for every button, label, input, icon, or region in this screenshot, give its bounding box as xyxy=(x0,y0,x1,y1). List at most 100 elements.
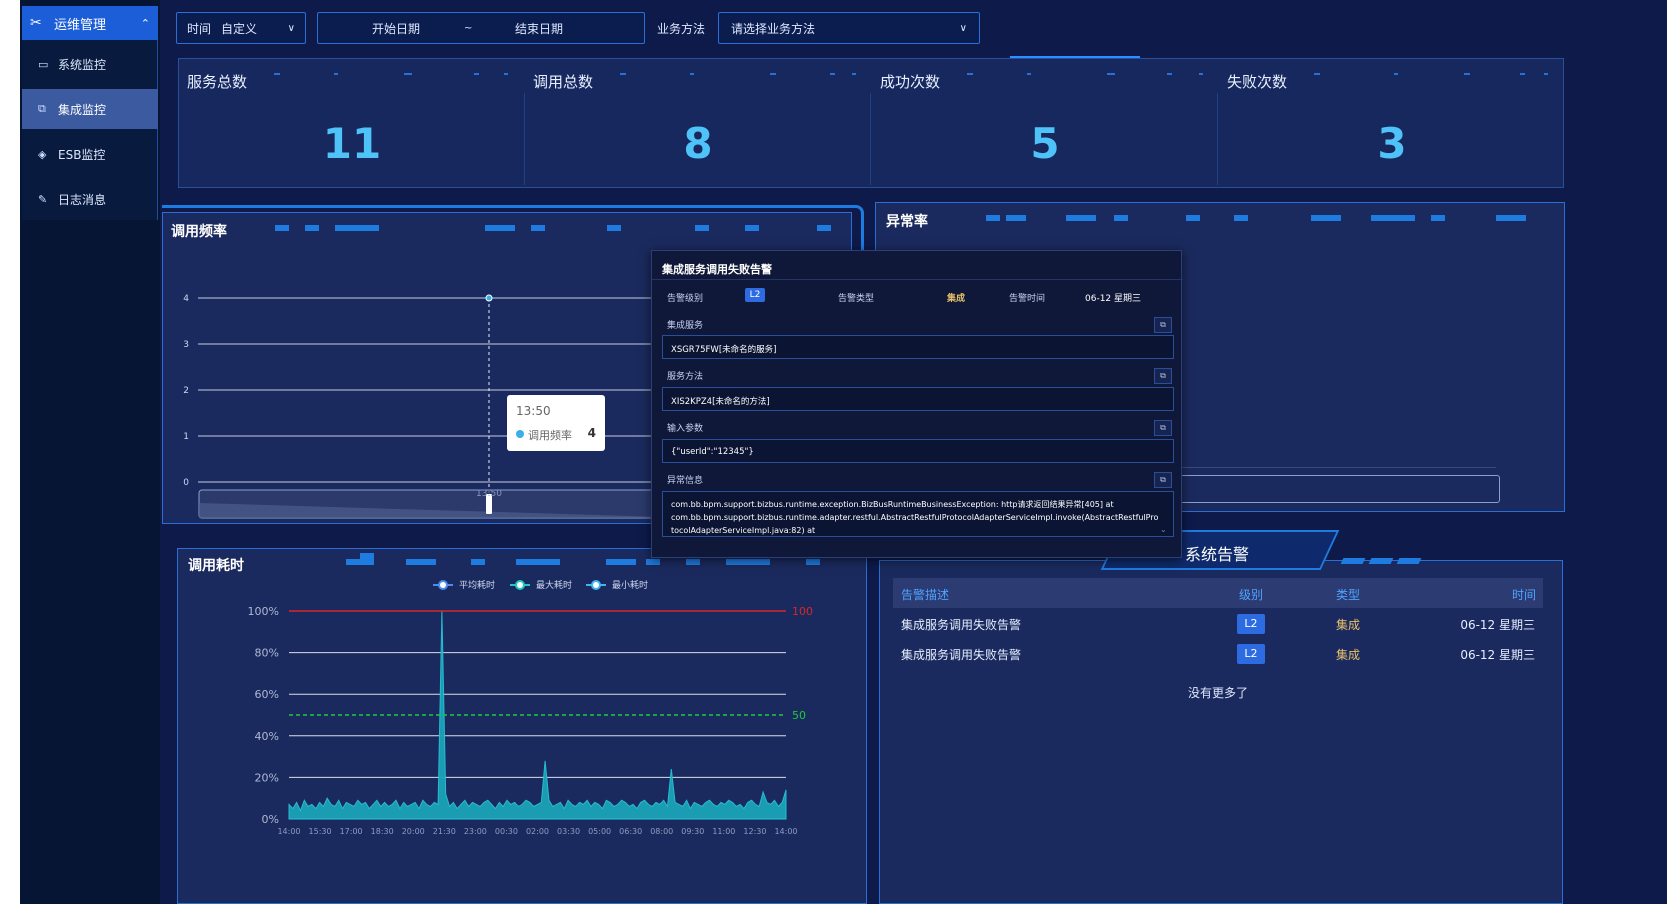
table-row[interactable]: 集成服务调用失败告警 L2 集成 06-12 星期三 xyxy=(893,608,1543,638)
sidebar-item-esb-monitor[interactable]: ◈ ESB监控 xyxy=(22,134,158,174)
stat-value: 11 xyxy=(322,119,382,168)
sidebar-group-label: 运维管理 xyxy=(54,17,107,33)
sidebar-item-integration-monitor[interactable]: ⧉ 集成监控 xyxy=(22,89,158,129)
sidebar-item-label: 日志消息 xyxy=(58,192,107,207)
copy-icon[interactable]: ⧉ xyxy=(1154,420,1172,436)
sidebar-item-label: ESB监控 xyxy=(58,147,106,162)
y-tick-label: 4 xyxy=(183,294,189,304)
series-dot xyxy=(516,430,524,438)
method-label: 服务方法 xyxy=(667,372,704,382)
time-select[interactable]: 时间 自定义 ∨ xyxy=(176,12,306,44)
chevron-up-icon: ⌃ xyxy=(140,16,150,30)
table-row[interactable]: 集成服务调用失败告警 L2 集成 06-12 星期三 xyxy=(893,638,1543,668)
stat-success-count: 成功次数 5 xyxy=(872,59,1218,187)
alarm-title: 系统告警 xyxy=(1185,545,1250,564)
x-tick-label: 00:30 xyxy=(495,827,518,836)
x-tick-label: 21:30 xyxy=(433,827,456,836)
level-badge: L2 xyxy=(1237,644,1265,664)
x-tick-label: 14:00 xyxy=(277,827,300,836)
exception-label: 异常信息 xyxy=(667,476,704,486)
alarm-table-header: 告警描述 级别 类型 时间 xyxy=(893,578,1543,608)
exception-line: com.bb.bpm.support.bizbus.runtime.except… xyxy=(671,500,1114,509)
error-rate-title: 异常率 xyxy=(886,214,928,230)
x-tick-label: 05:00 xyxy=(588,827,611,836)
time-value: 自定义 xyxy=(221,21,258,36)
y-tick-label: 20% xyxy=(255,771,279,784)
stat-value: 8 xyxy=(683,119,713,168)
x-tick-label: 12:30 xyxy=(743,827,766,836)
input-label: 输入参数 xyxy=(667,424,704,434)
service-field: XSGR75FW[未命名的服务] xyxy=(662,335,1174,359)
sidebar-menu: ▭ 系统监控 ⧉ 集成监控 ◈ ESB监控 ✎ 日志消息 xyxy=(22,40,158,220)
expand-chevron-icon[interactable]: ⌄ xyxy=(1160,525,1167,534)
col-desc: 告警描述 xyxy=(901,588,950,602)
col-time: 时间 xyxy=(1512,588,1537,602)
alarm-time: 06-12 星期三 xyxy=(1460,648,1535,662)
x-tick-label: 23:00 xyxy=(464,827,487,836)
duration-panel: 调用耗时 平均耗时 最大耗时 最小耗时 0% 20% 40% 60% 80% 100% 100 50… xyxy=(177,548,867,904)
start-date-input[interactable]: 开始日期 xyxy=(372,20,420,37)
decor-dots xyxy=(620,73,860,89)
time-label: 时间 xyxy=(187,21,212,36)
time-value: 06-12 星期三 xyxy=(1085,294,1142,304)
exception-field[interactable]: com.bb.bpm.support.bizbus.runtime.except… xyxy=(662,491,1174,537)
x-tick-label: 17:00 xyxy=(340,827,363,836)
legend-label: 最小耗时 xyxy=(612,579,648,591)
end-date-input[interactable]: 结束日期 xyxy=(515,20,563,37)
stat-service-total: 服务总数 11 xyxy=(179,59,525,187)
stat-title: 服务总数 xyxy=(187,73,248,91)
sidebar-item-label: 系统监控 xyxy=(58,57,107,72)
sidebar-item-system-monitor[interactable]: ▭ 系统监控 xyxy=(22,44,158,84)
stat-value: 3 xyxy=(1377,119,1407,168)
y-tick-label: 80% xyxy=(255,647,279,660)
alarm-type: 集成 xyxy=(1336,648,1361,662)
copy-icon[interactable]: ⧉ xyxy=(1154,368,1172,384)
decor-dots xyxy=(967,73,1207,89)
alarm-time: 06-12 星期三 xyxy=(1460,618,1535,632)
alarm-desc: 集成服务调用失败告警 xyxy=(901,618,1022,632)
stat-value: 5 xyxy=(1030,119,1060,168)
alarm-desc: 集成服务调用失败告警 xyxy=(901,648,1022,662)
service-label: 集成服务 xyxy=(667,321,704,331)
exception-line: tocolAdapterServiceImpl.java:82) at xyxy=(671,526,816,535)
type-value: 集成 xyxy=(947,294,966,304)
sidebar-group-header[interactable]: ✂ 运维管理 ⌃ xyxy=(22,6,158,40)
duration-chart: 平均耗时 最大耗时 最小耗时 0% 20% 40% 60% 80% 100% 100 50 14:00… xyxy=(248,579,813,836)
x-tick-label: 18:30 xyxy=(371,827,394,836)
date-range-picker[interactable]: 开始日期 ~ 结束日期 xyxy=(317,12,645,44)
alarm-type: 集成 xyxy=(1336,618,1361,632)
y-tick-label: 3 xyxy=(183,340,189,350)
copy-icon[interactable]: ⧉ xyxy=(1154,317,1172,333)
x-tick-label: 15:30 xyxy=(309,827,332,836)
y-tick-label: 0% xyxy=(262,813,279,826)
no-more-text: 没有更多了 xyxy=(1187,686,1248,700)
x-tick-label: 08:00 xyxy=(650,827,673,836)
method-select[interactable]: 请选择业务方法 ∨ xyxy=(718,12,980,44)
chevron-down-icon: ∨ xyxy=(287,22,295,34)
copy-icon[interactable]: ⧉ xyxy=(1154,472,1172,488)
tooltip-value: 4 xyxy=(587,426,596,440)
y-tick-label: 1 xyxy=(183,432,189,442)
legend-marker xyxy=(438,580,448,590)
x-tick-label: 13:50 xyxy=(476,489,502,499)
sidebar-item-label: 集成监控 xyxy=(58,102,107,117)
time-label: 告警时间 xyxy=(1009,294,1046,304)
date-separator: ~ xyxy=(464,22,473,34)
stats-panel: 服务总数 11 调用总数 8 成功次数 5 失败次数 3 xyxy=(178,58,1564,188)
exception-line: com.bb.bpm.support.bizbus.runtime.adapte… xyxy=(671,513,1159,522)
method-label: 业务方法 xyxy=(657,22,706,36)
legend-label: 平均耗时 xyxy=(459,579,495,591)
avg-markline-label: 50 xyxy=(792,709,806,722)
stat-title: 调用总数 xyxy=(533,73,594,91)
app-root: ✂ 运维管理 ⌃ ▭ 系统监控 ⧉ 集成监控 ◈ ESB监控 ✎ 日志消息 时间… xyxy=(20,0,1667,904)
x-tick-label: 14:00 xyxy=(774,827,797,836)
esb-diamond-icon: ◈ xyxy=(38,147,47,161)
sidebar-item-log-messages[interactable]: ✎ 日志消息 xyxy=(22,179,158,219)
y-tick-label: 60% xyxy=(255,688,279,701)
stat-call-total: 调用总数 8 xyxy=(525,59,871,187)
data-point xyxy=(485,294,493,302)
input-field: {"userId":"12345"} xyxy=(662,439,1174,463)
y-tick-label: 40% xyxy=(255,730,279,743)
decor-stripes xyxy=(1340,558,1422,564)
legend-marker xyxy=(515,580,525,590)
